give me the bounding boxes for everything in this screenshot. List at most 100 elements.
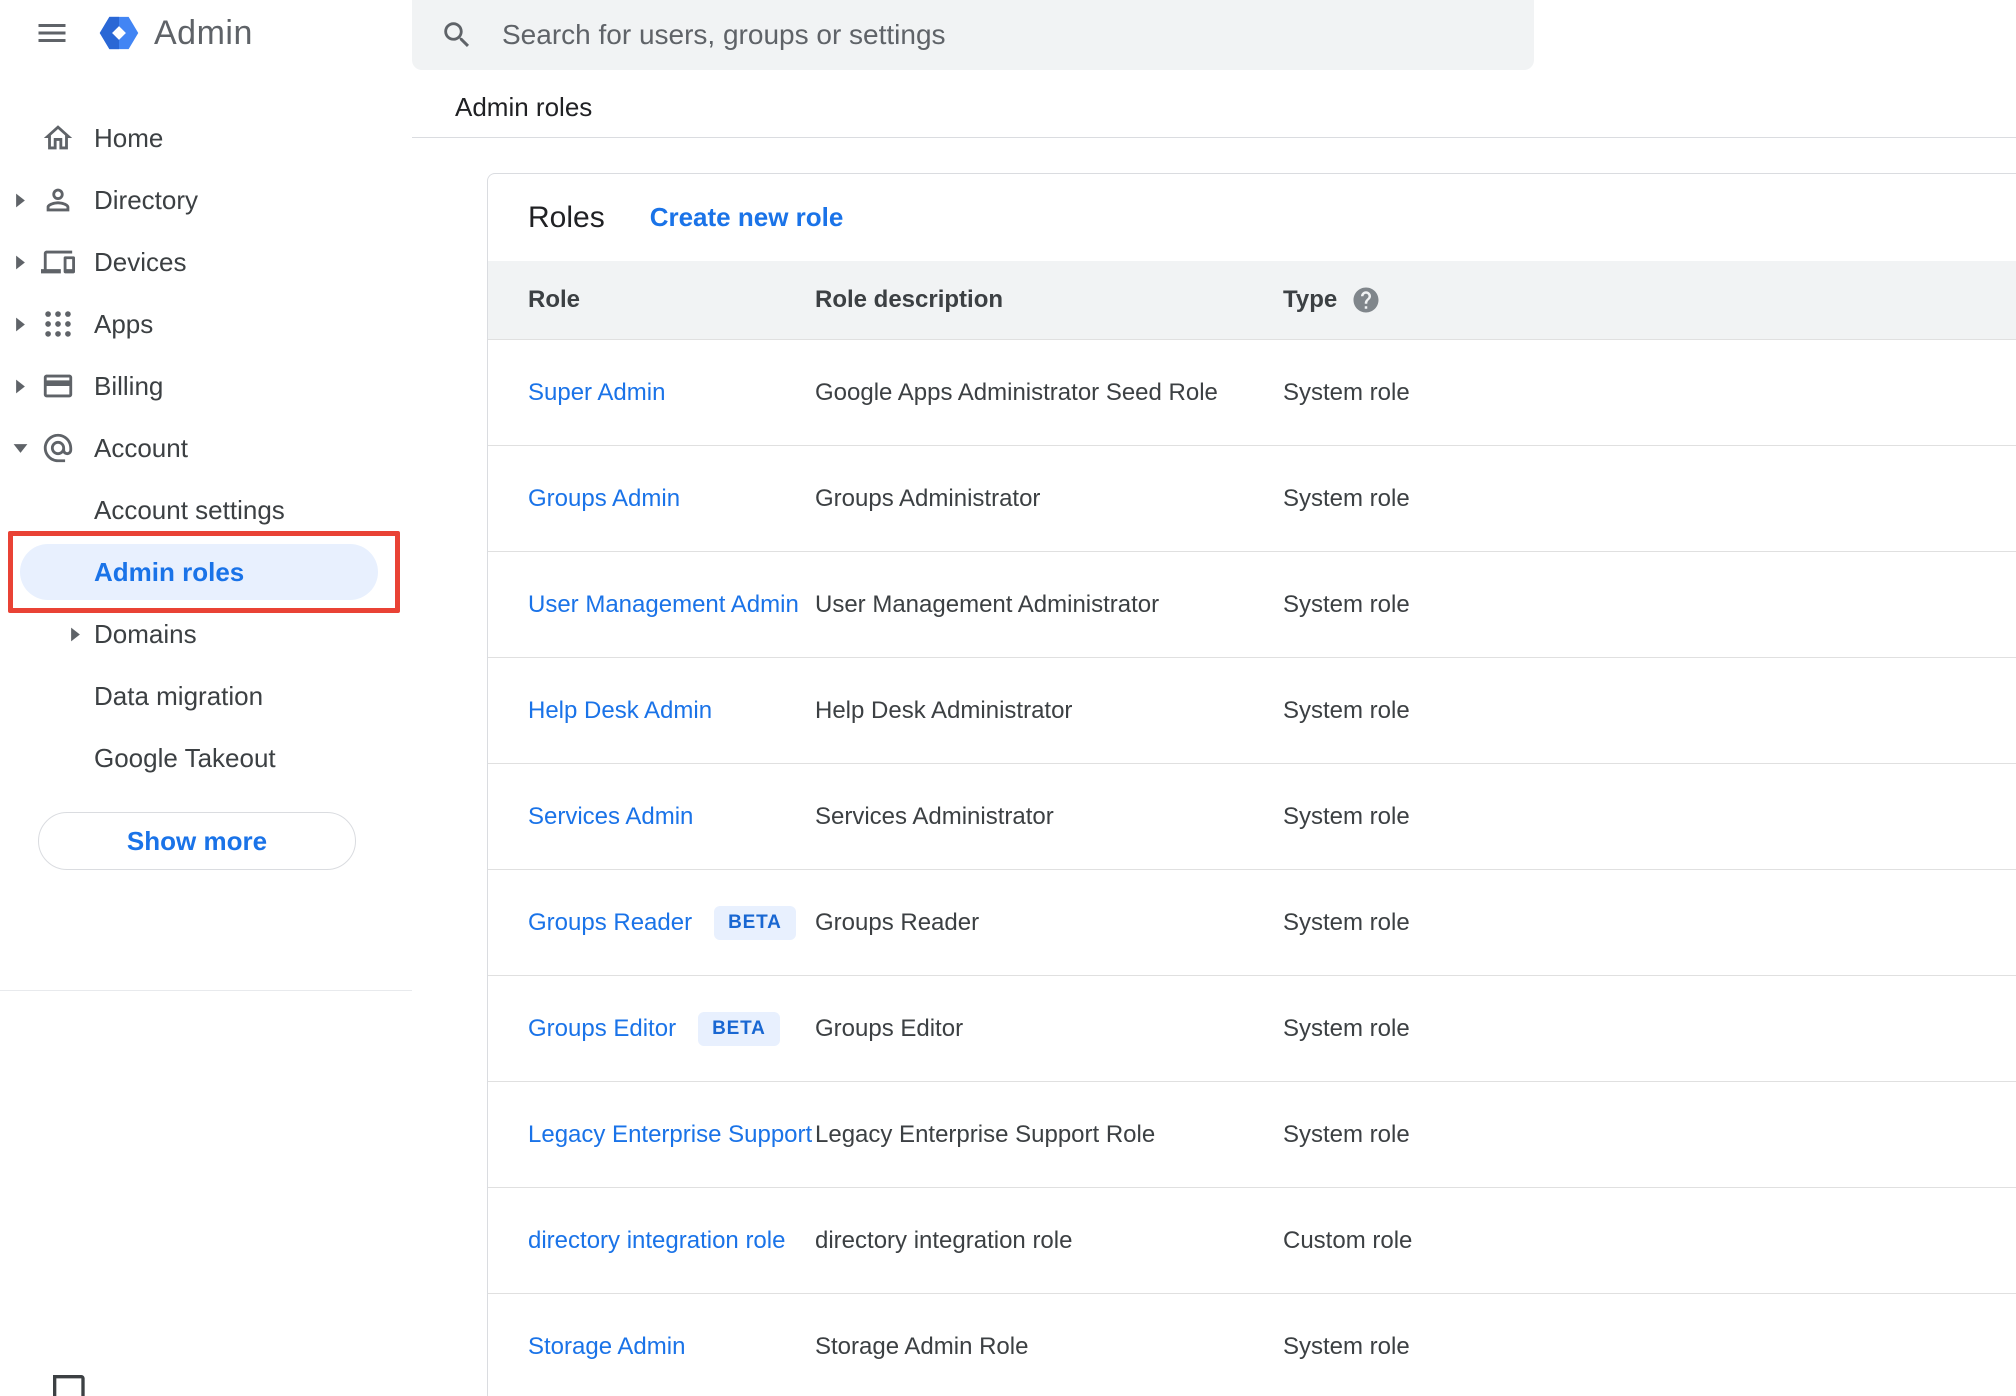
sidebar-item-devices[interactable]: Devices	[0, 231, 412, 293]
chevron-right-icon[interactable]	[0, 193, 40, 208]
chevron-right-icon[interactable]	[0, 255, 40, 270]
role-description: Groups Administrator	[815, 484, 1041, 512]
app-title: Admin	[154, 13, 253, 52]
sidebar-item-label: Billing	[94, 370, 164, 401]
beta-badge: BETA	[698, 1011, 780, 1046]
breadcrumb: Admin roles	[455, 84, 592, 130]
sidebar-item-label: Data migration	[94, 680, 264, 711]
role-type: System role	[1283, 484, 1410, 512]
column-header-description: Role description	[815, 286, 1004, 313]
roles-title: Roles	[528, 200, 605, 234]
role-link[interactable]: directory integration role	[528, 1227, 785, 1255]
column-header-role: Role	[528, 286, 581, 313]
breadcrumb-label: Admin roles	[455, 91, 593, 122]
sidebar-item-label: Apps	[94, 308, 154, 339]
role-type: System role	[1283, 908, 1410, 936]
role-description: Services Administrator	[815, 802, 1054, 830]
sidebar-item-label: Devices	[94, 246, 187, 277]
credit-card-icon	[40, 369, 76, 403]
sidebar-item-account-settings[interactable]: Account settings	[0, 479, 412, 541]
admin-console-page: Admin Home Directory Devices Apps Billin…	[0, 0, 2016, 1396]
role-link[interactable]: Legacy Enterprise Support	[528, 1121, 812, 1149]
table-row: directory integration role directory int…	[488, 1187, 2016, 1293]
role-type: System role	[1283, 378, 1410, 406]
sidebar: Admin Home Directory Devices Apps Billin…	[0, 0, 412, 1396]
table-row: User Management Admin User Management Ad…	[488, 551, 2016, 657]
role-type: System role	[1283, 802, 1410, 830]
role-type: System role	[1283, 1014, 1410, 1042]
sidebar-item-label: Directory	[94, 184, 199, 215]
role-link[interactable]: Services Admin	[528, 803, 693, 831]
role-link[interactable]: Groups Admin	[528, 485, 680, 513]
role-description: Google Apps Administrator Seed Role	[815, 378, 1218, 406]
column-header-type: Type	[1283, 285, 2016, 315]
show-more-button[interactable]: Show more	[38, 812, 356, 870]
table-row: Super Admin Google Apps Administrator Se…	[488, 339, 2016, 445]
sidebar-item-directory[interactable]: Directory	[0, 169, 412, 231]
role-type: System role	[1283, 590, 1410, 618]
column-header-type-label: Type	[1283, 286, 1338, 313]
role-type: Custom role	[1283, 1226, 1413, 1254]
sidebar-item-label: Domains	[94, 618, 197, 649]
sidebar-item-label: Account settings	[94, 494, 285, 525]
table-row: Storage Admin Storage Admin Role System …	[488, 1293, 2016, 1396]
sidebar-nav: Home Directory Devices Apps Billing Acco…	[0, 107, 412, 789]
table-row: Groups Editor BETA Groups Editor System …	[488, 975, 2016, 1081]
role-description: Groups Reader	[815, 908, 980, 936]
sidebar-item-label: Admin roles	[94, 556, 245, 587]
roles-card-header: Roles Create new role	[488, 174, 2016, 261]
search-bar[interactable]	[412, 0, 1534, 70]
sidebar-item-google-takeout[interactable]: Google Takeout	[0, 727, 412, 789]
role-type: System role	[1283, 1332, 1410, 1360]
sidebar-item-home[interactable]: Home	[0, 107, 412, 169]
chevron-down-icon[interactable]	[0, 442, 40, 455]
help-icon[interactable]	[1351, 285, 1381, 315]
role-link[interactable]: Groups Editor	[528, 1015, 676, 1043]
hamburger-menu-icon[interactable]	[34, 15, 70, 51]
sidebar-item-data-migration[interactable]: Data migration	[0, 665, 412, 727]
chevron-right-icon[interactable]	[0, 379, 40, 394]
table-row: Legacy Enterprise Support Legacy Enterpr…	[488, 1081, 2016, 1187]
search-icon	[444, 22, 470, 48]
role-description: Help Desk Administrator	[815, 696, 1073, 724]
devices-icon	[40, 245, 76, 279]
main-content: Admin roles Roles Create new role Role R…	[412, 0, 2016, 1396]
apps-grid-icon	[40, 307, 76, 341]
role-link[interactable]: User Management Admin	[528, 591, 799, 619]
role-link[interactable]: Storage Admin	[528, 1333, 685, 1361]
create-new-role-link[interactable]: Create new role	[650, 202, 844, 233]
person-icon	[40, 183, 76, 217]
home-icon	[40, 121, 76, 155]
table-row: Services Admin Services Administrator Sy…	[488, 763, 2016, 869]
sidebar-item-label: Account	[94, 432, 188, 463]
sidebar-item-label: Google Takeout	[94, 742, 276, 773]
roles-card: Roles Create new role Role Role descript…	[487, 173, 2016, 1396]
chevron-right-icon[interactable]	[0, 317, 40, 332]
sidebar-item-billing[interactable]: Billing	[0, 355, 412, 417]
sidebar-divider	[0, 990, 412, 991]
sidebar-header: Admin	[0, 0, 412, 66]
sidebar-item-account[interactable]: Account	[0, 417, 412, 479]
at-sign-icon	[40, 431, 76, 465]
feedback-icon[interactable]	[48, 1370, 88, 1396]
table-row: Groups Reader BETA Groups Reader System …	[488, 869, 2016, 975]
header-divider	[412, 137, 2016, 138]
beta-badge: BETA	[714, 905, 796, 940]
sidebar-item-admin-roles[interactable]: Admin roles	[0, 541, 412, 603]
sidebar-item-apps[interactable]: Apps	[0, 293, 412, 355]
role-type: System role	[1283, 1120, 1410, 1148]
role-link[interactable]: Groups Reader	[528, 909, 692, 937]
role-description: Legacy Enterprise Support Role	[815, 1120, 1156, 1148]
role-description: User Management Administrator	[815, 590, 1160, 618]
sidebar-item-label: Home	[94, 122, 164, 153]
search-input[interactable]	[502, 5, 1534, 65]
chevron-right-icon[interactable]	[62, 627, 88, 642]
role-link[interactable]: Help Desk Admin	[528, 697, 712, 725]
role-type: System role	[1283, 696, 1410, 724]
sidebar-item-domains[interactable]: Domains	[0, 603, 412, 665]
role-description: Storage Admin Role	[815, 1332, 1029, 1360]
role-description: directory integration role	[815, 1226, 1073, 1254]
role-description: Groups Editor	[815, 1014, 964, 1042]
role-link[interactable]: Super Admin	[528, 379, 665, 407]
table-header-row: Role Role description Type	[488, 261, 2016, 339]
